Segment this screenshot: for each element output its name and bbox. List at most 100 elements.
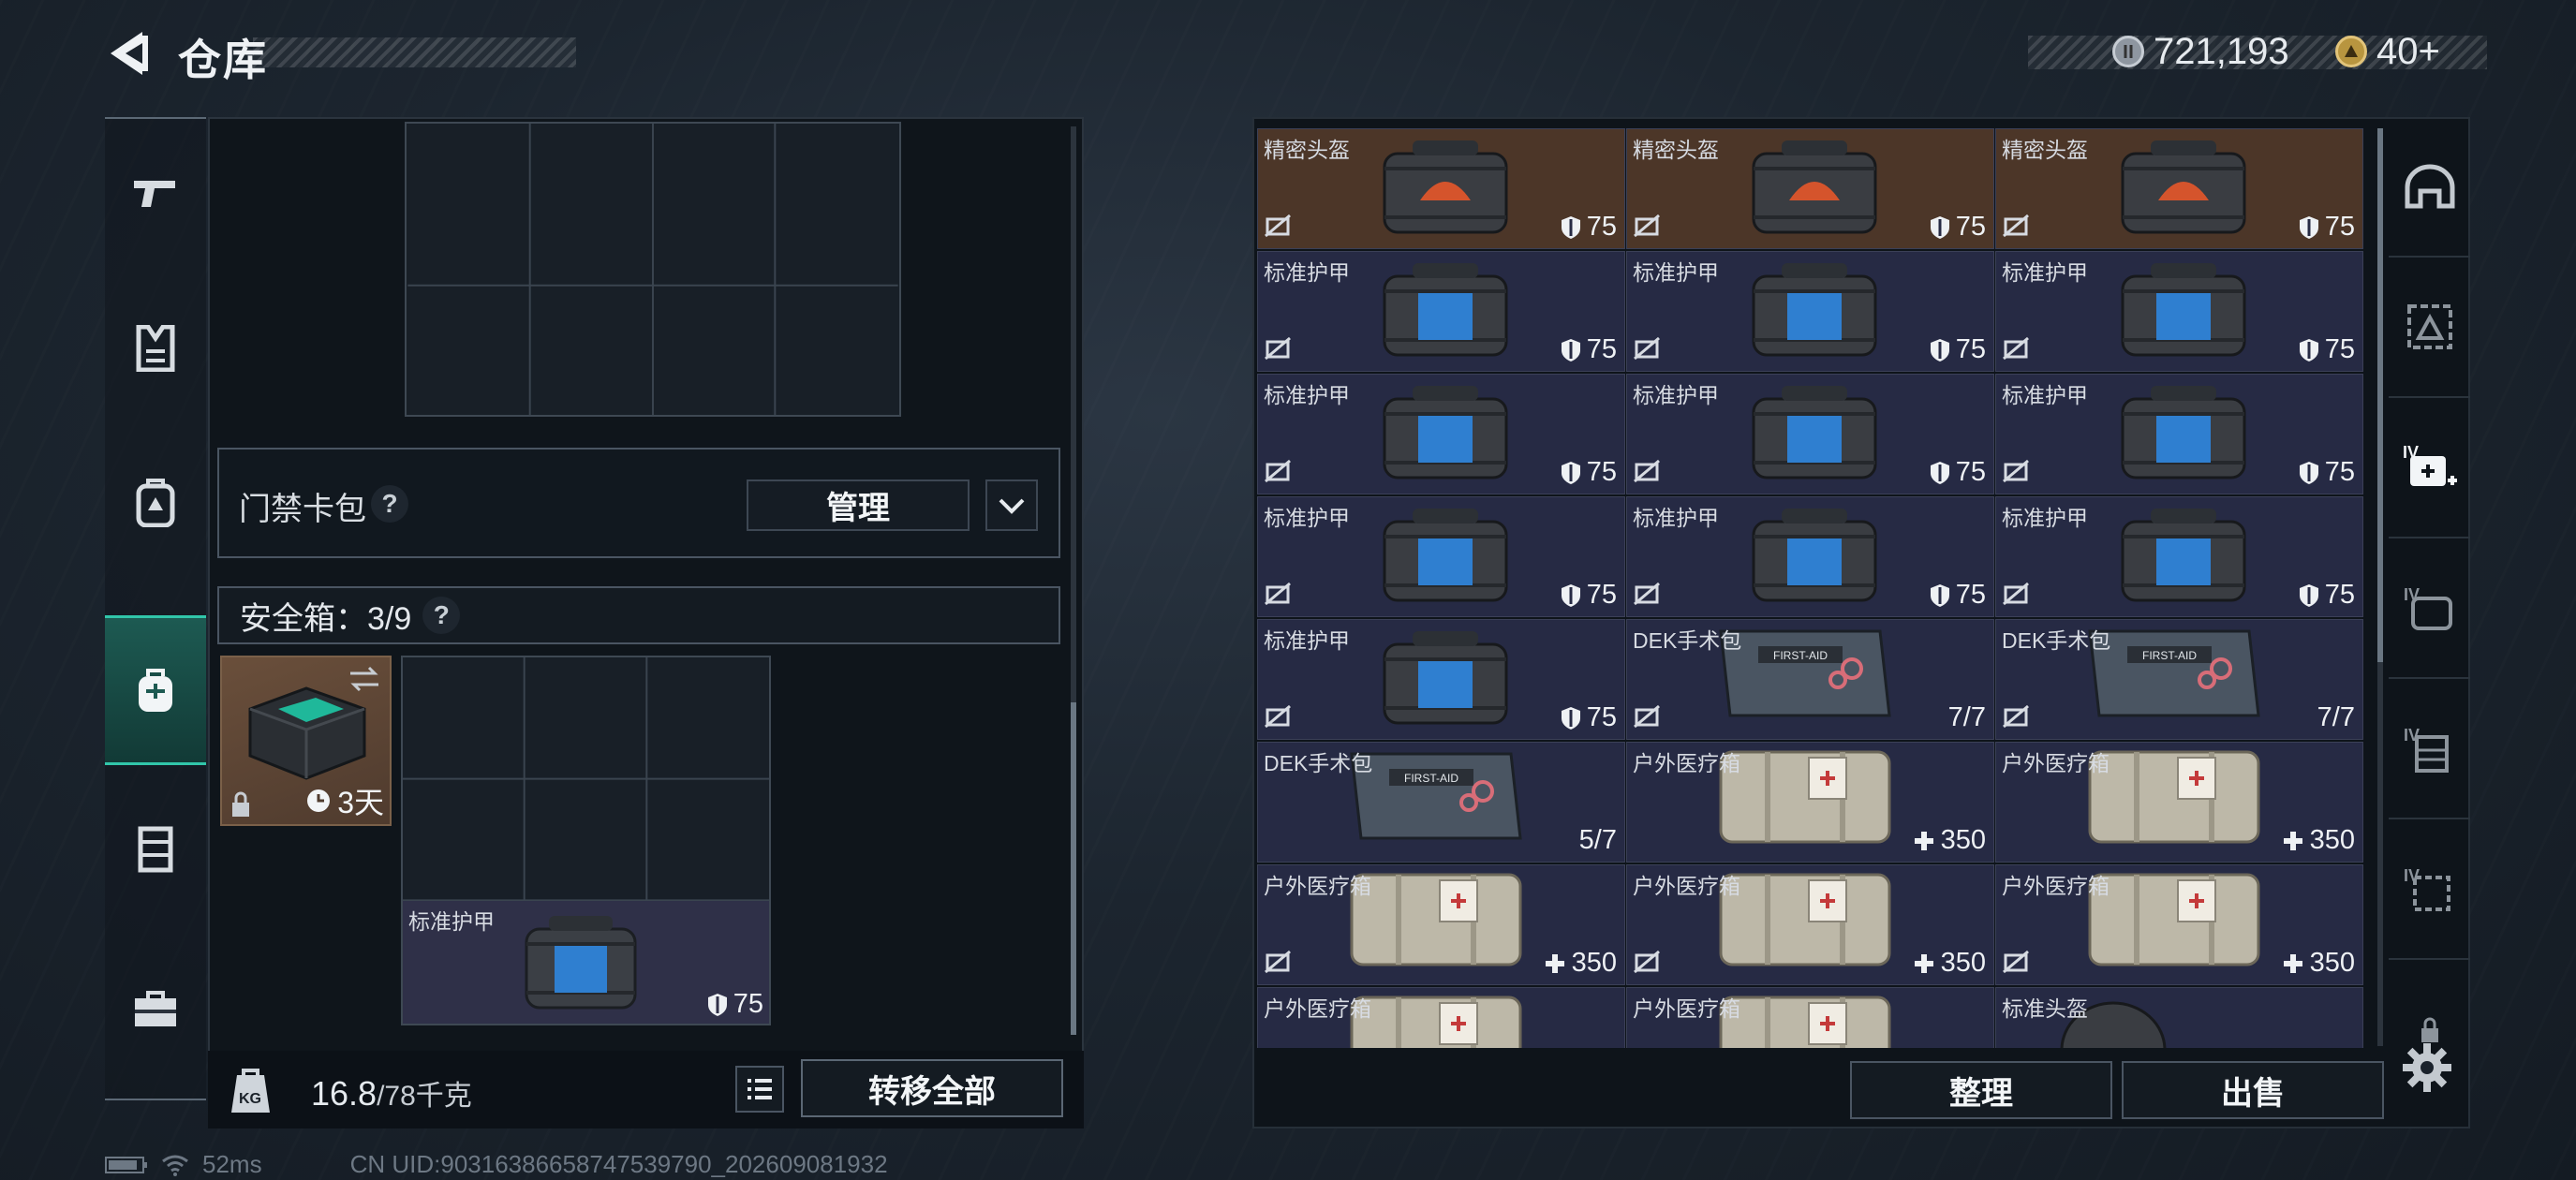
stash-item[interactable]: 标准护甲 75 [1257,374,1625,494]
shield-icon [1561,706,1580,730]
stash-item[interactable]: 户外医疗箱 350 [1257,864,1625,985]
item-value-text: 350 [1571,948,1617,978]
list-view-button[interactable] [735,1066,784,1113]
gold-coin-icon [2335,36,2367,67]
stash-item[interactable]: 精密头盔 75 [1995,128,2363,249]
item-value: 5/7 [1579,825,1617,856]
item-image [2113,380,2254,488]
nav-safe-case[interactable] [105,615,206,765]
safe-box-label: 安全箱：3/9 [240,600,412,637]
helmet-slot-icon [2405,164,2454,209]
stash-item[interactable]: 标准护甲 75 [1257,619,1625,740]
case-timer-text: 3天 [337,786,384,819]
armor-image [525,916,637,1010]
access-card-help-icon[interactable]: ? [371,485,408,523]
item-name: 标准护甲 [1264,506,1350,530]
stash-item[interactable]: 户外医疗箱 [1626,987,1994,1048]
settings-gear-icon[interactable] [2401,1041,2453,1094]
filter-armor[interactable] [2389,258,2470,398]
weapon-icon [134,181,175,207]
stash-item[interactable]: FIRST-AID DEK手术包 7/7 [1995,619,2363,740]
nav-toolbox[interactable] [105,934,206,1084]
stash-item[interactable]: 户外医疗箱 350 [1626,742,1994,863]
nav-armor[interactable] [105,273,206,423]
stash-item[interactable]: 标准护甲 75 [1995,496,2363,617]
stash-item[interactable]: 标准护甲 75 [1257,496,1625,617]
stash-item[interactable]: 标准头盔 [1995,987,2363,1048]
item-value-text: 75 [1586,702,1617,732]
stash-item[interactable]: 标准护甲 75 [1626,496,1994,617]
stash-item[interactable]: 户外医疗箱 [1257,987,1625,1048]
category-sidebar [105,117,206,1100]
left-scrollbar-thumb[interactable] [1071,702,1076,1035]
stash-item[interactable]: 户外医疗箱 350 [1995,864,2363,985]
nav-chest-rig[interactable] [105,774,206,924]
manage-button[interactable]: 管理 [747,479,970,531]
weight-icon: KG [231,1069,270,1113]
item-name: 标准护甲 [2002,383,2088,407]
page-title: 仓库 [178,36,268,84]
item-value: 350 [1913,825,1986,856]
stash-item[interactable]: 标准护甲 75 [1626,374,1994,494]
item-value-text: 350 [2309,825,2355,855]
nav-backpack[interactable] [105,428,206,578]
safe-box-help-icon[interactable]: ? [422,597,461,634]
filter-case[interactable]: IV [2389,819,2470,960]
nav-weapons[interactable] [105,119,206,269]
item-image [2113,503,2254,611]
item-name: 标准头盔 [2002,996,2088,1021]
rig-slot-icon: IV [2404,726,2449,773]
no-durability-loss-icon [2002,459,2030,488]
item-value: 75 [2299,457,2355,488]
medkit-slot-icon: IV [2403,443,2457,486]
expand-dropdown-button[interactable] [985,479,1038,531]
stash-item[interactable]: 标准护甲 75 [1995,251,2363,372]
stash-item[interactable]: 户外医疗箱 350 [1626,864,1994,985]
back-arrow-icon[interactable] [105,28,152,79]
filter-medkit[interactable]: IV [2389,398,2470,538]
no-durability-loss-icon [1264,582,1292,611]
item-value: 350 [1544,948,1617,979]
item-image [1375,626,1516,733]
chest-rig-icon [138,826,173,873]
toolbox-icon [135,991,176,1026]
stash-item[interactable]: 标准护甲 75 [1995,374,2363,494]
weight-current: 16.8 [311,1074,378,1113]
stash-item[interactable]: FIRST-AID DEK手术包 7/7 [1626,619,1994,740]
filter-backpack[interactable]: IV [2389,538,2470,679]
sort-button[interactable]: 整理 [1850,1061,2112,1119]
no-durability-loss-icon [1264,459,1292,488]
stash-item[interactable]: 户外医疗箱 350 [1995,742,2363,863]
backpack-icon [136,479,175,527]
sell-button[interactable]: 出售 [2122,1061,2384,1119]
stash-item[interactable]: 标准护甲 75 [1257,251,1625,372]
stash-item[interactable]: 精密头盔 75 [1626,128,1994,249]
safe-box-header: 安全箱：3/9 ? [217,586,1060,644]
item-value-text: 75 [2324,212,2355,242]
item-name: 标准护甲 [1633,260,1719,285]
backpack-slot-icon: IV [2404,585,2452,630]
shield-icon [1930,215,1949,239]
no-durability-loss-icon [2002,214,2030,243]
item-image [1375,135,1516,243]
filter-rig[interactable]: IV [2389,679,2470,819]
no-durability-loss-icon [1633,582,1661,611]
stash-scrollbar-thumb[interactable] [2377,128,2383,662]
swap-icon[interactable] [347,665,382,693]
list-icon [748,1079,772,1099]
container-grid[interactable] [405,122,901,417]
armor-slot-icon [2406,304,2452,349]
item-value-text: 75 [1955,457,1986,487]
transfer-all-button[interactable]: 转移全部 [801,1059,1063,1117]
stash-item[interactable]: 精密头盔 75 [1257,128,1625,249]
currency-premium[interactable]: 40+ [2335,30,2440,73]
item-name: 户外医疗箱 [1264,874,1371,898]
stash-item[interactable]: 标准护甲 75 [1626,251,1994,372]
filter-helmet[interactable] [2389,117,2470,258]
safe-case-item[interactable]: 3天 [220,656,392,826]
svg-text:FIRST-AID: FIRST-AID [2142,649,2197,662]
stash-item[interactable]: FIRST-AID DEK手术包 5/7 [1257,742,1625,863]
safe-box-item-armor[interactable]: 标准护甲 75 [403,901,769,1024]
no-durability-loss-icon [1264,214,1292,243]
item-value-text: 75 [1586,212,1617,242]
